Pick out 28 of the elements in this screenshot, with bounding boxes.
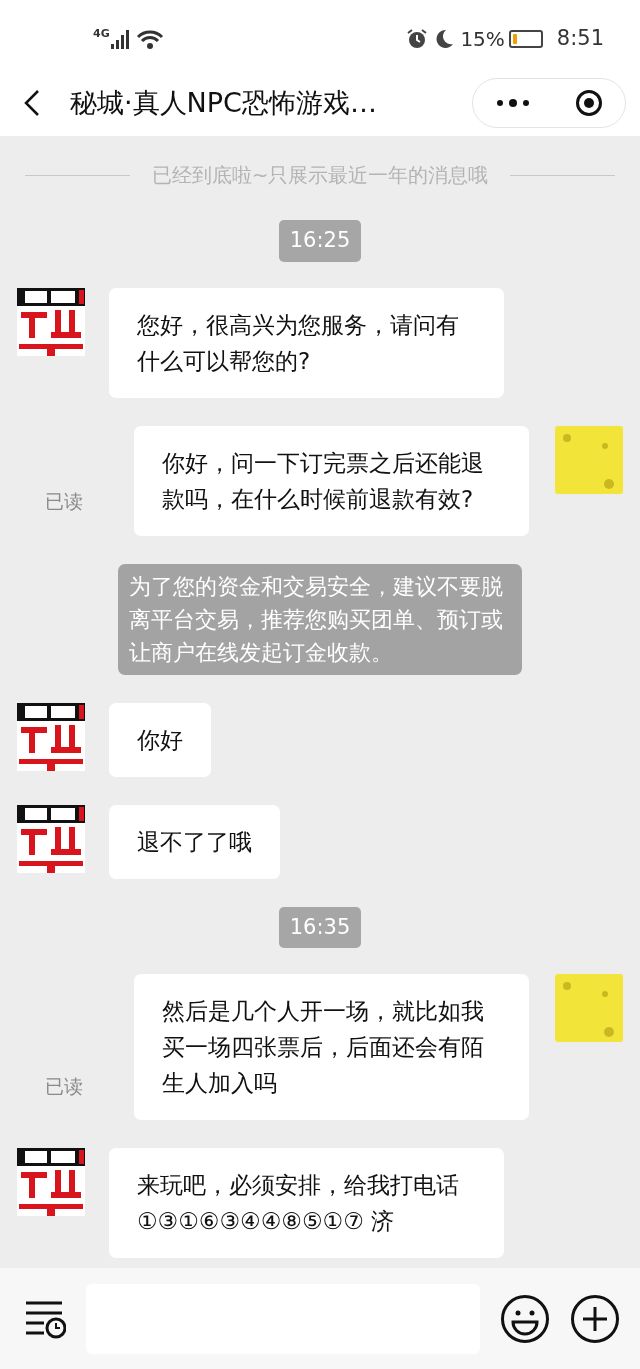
network-label: 4G xyxy=(93,26,110,42)
close-icon[interactable] xyxy=(574,89,603,117)
back-icon[interactable] xyxy=(22,88,42,118)
wifi-icon xyxy=(135,28,164,50)
more-icon[interactable] xyxy=(495,98,530,108)
moon-icon xyxy=(434,28,455,50)
avatar-icon xyxy=(555,425,623,494)
history-notice: 已经到底啦~只展示最近一年的消息哦 xyxy=(151,162,489,189)
message-bubble: 来玩吧，必须安排，给我打电话①③①⑥③④④⑧⑤①⑦ 济 xyxy=(109,1148,504,1258)
message-bubble: 退不了了哦 xyxy=(109,804,280,879)
page-title: 秘城·真人NPC恐怖游戏… xyxy=(70,85,378,120)
emoji-icon[interactable] xyxy=(500,1293,550,1344)
read-receipt: 已读 xyxy=(45,489,83,514)
message-bubble: 然后是几个人开一场，就比如我买一场四张票后，后面还会有陌生人加入吗 xyxy=(134,974,529,1120)
clock-time: 8:51 xyxy=(556,25,604,53)
message-bubble: 您好，很高兴为您服务，请问有什么可以帮您的? xyxy=(109,287,504,398)
battery-icon xyxy=(508,30,543,48)
message-bubble: 你好，问一下订完票之后还能退款吗，在什么时候前退款有效? xyxy=(134,425,529,536)
avatar-icon xyxy=(555,974,623,1042)
timestamp: 16:35 xyxy=(278,906,362,948)
alarm-icon xyxy=(406,28,429,50)
message-bubble: 你好 xyxy=(109,702,211,777)
read-receipt: 已读 xyxy=(45,1073,83,1099)
signal-icon xyxy=(109,28,132,50)
battery-percent: 15% xyxy=(460,26,505,53)
timestamp: 16:25 xyxy=(278,220,362,262)
add-icon[interactable] xyxy=(570,1293,620,1344)
system-notice: 为了您的资金和交易安全，建议不要脱离平台交易，推荐您购买团单、预订或让商户在线发起订金收款。 xyxy=(118,563,522,675)
